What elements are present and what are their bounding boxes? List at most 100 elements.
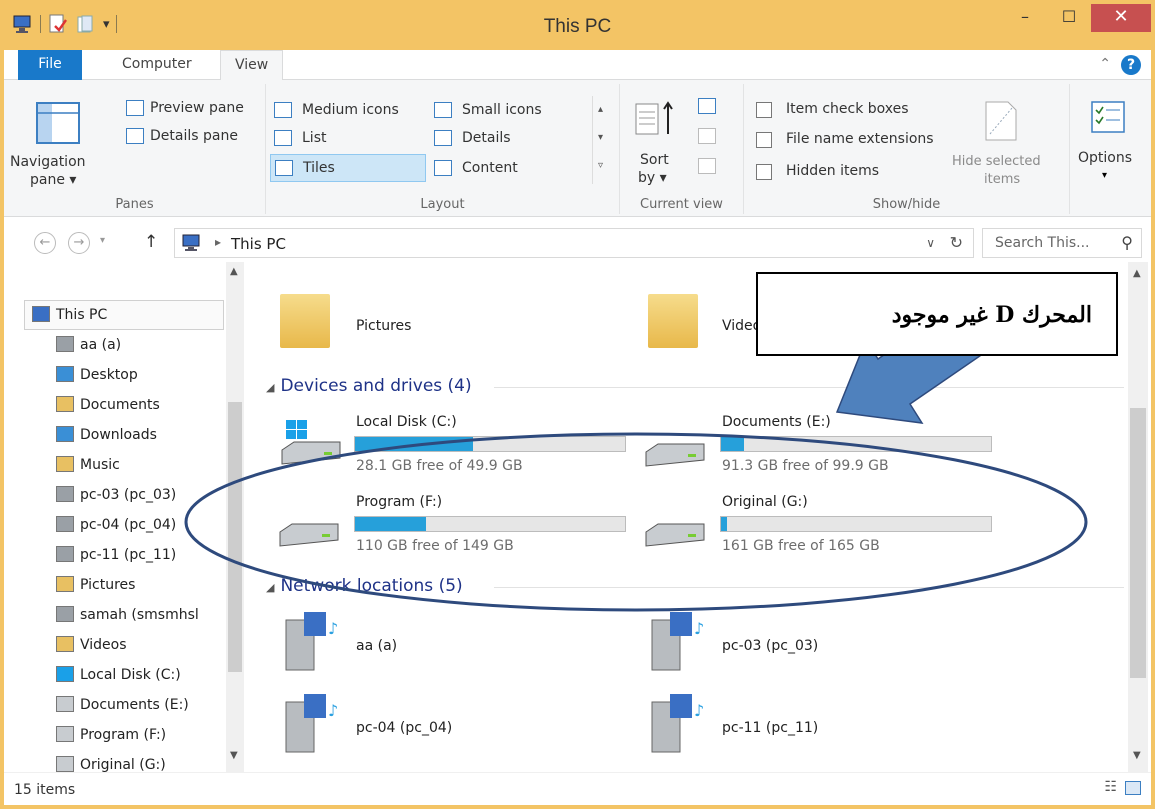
- computer-icon: [32, 306, 50, 322]
- large-icons-view-icon[interactable]: [1125, 781, 1141, 795]
- show-hide-group: Item check boxes File name extensions Hi…: [744, 84, 1070, 214]
- sidebar-item-pictures[interactable]: Pictures: [56, 576, 135, 593]
- address-box[interactable]: ▸ This PC ∨ ↻: [174, 228, 974, 258]
- section-collapse-icon[interactable]: ◢: [266, 581, 274, 594]
- forward-button[interactable]: →: [68, 232, 90, 254]
- layout-medium-icons[interactable]: Medium icons: [274, 100, 424, 122]
- sort-by-button[interactable]: Sort by ▾: [628, 94, 684, 190]
- search-icon[interactable]: ⚲: [1121, 233, 1133, 252]
- close-button[interactable]: ✕: [1091, 4, 1151, 32]
- address-history-icon[interactable]: ∨: [926, 236, 935, 250]
- recent-locations-icon[interactable]: ▾: [100, 235, 105, 246]
- sidebar-item-this-pc[interactable]: This PC: [32, 306, 107, 323]
- pictures-folder-icon: [56, 576, 74, 592]
- layout-scroll[interactable]: ▴ ▾ ▿: [592, 96, 608, 184]
- sidebar-item-pc-03-pc-03[interactable]: pc-03 (pc_03): [56, 486, 176, 503]
- layout-list[interactable]: List: [274, 128, 424, 150]
- navigation-pane: This PC aa (a) Desktop Documents Downloads Mu…: [4, 262, 246, 773]
- add-columns-icon[interactable]: [698, 128, 716, 144]
- network-label: pc-11 (pc_11): [722, 720, 819, 736]
- scroll-up-icon[interactable]: ▲: [230, 266, 238, 277]
- scroll-down-icon[interactable]: ▼: [1133, 750, 1141, 761]
- options-button[interactable]: Options ▾: [1070, 90, 1146, 190]
- file-name-extensions-checkbox[interactable]: [756, 132, 772, 148]
- ribbon-tabs: File Computer View ⌃ ?: [4, 50, 1151, 81]
- nav-scrollbar[interactable]: ▲ ▼: [226, 262, 244, 772]
- tab-computer[interactable]: Computer: [108, 50, 206, 80]
- up-button[interactable]: ↑: [144, 232, 158, 252]
- size-columns-icon[interactable]: [698, 158, 716, 174]
- nav-scrollbar-thumb[interactable]: [228, 402, 242, 672]
- navigation-pane-button[interactable]: Navigation pane ▾: [10, 90, 108, 190]
- sidebar-item-label: pc-11 (pc_11): [80, 547, 177, 563]
- sort-by-label: Sort: [640, 152, 669, 168]
- explorer-window: ▾ This PC – ☐ ✕ File Computer View ⌃ ? N…: [0, 0, 1155, 809]
- sidebar-item-samah-smsmhsl[interactable]: samah (smsmhsl: [56, 606, 199, 623]
- sidebar-item-label: Videos: [80, 637, 127, 653]
- minimize-button[interactable]: –: [1003, 4, 1047, 32]
- maximize-button[interactable]: ☐: [1047, 4, 1091, 32]
- content-scrollbar-thumb[interactable]: [1130, 408, 1146, 678]
- sidebar-item-videos[interactable]: Videos: [56, 636, 127, 653]
- item-check-boxes-checkbox[interactable]: [756, 102, 772, 118]
- network-drive-icon: ♪: [285, 612, 338, 671]
- sidebar-item-downloads[interactable]: Downloads: [56, 426, 157, 443]
- tab-view[interactable]: View: [220, 50, 284, 81]
- help-icon[interactable]: ?: [1121, 55, 1141, 75]
- sidebar-item-documents-e[interactable]: Documents (E:): [56, 696, 189, 713]
- content-scrollbar[interactable]: ▲ ▼: [1128, 262, 1148, 772]
- sidebar-item-local-disk-c[interactable]: Local Disk (C:): [56, 666, 181, 683]
- search-input[interactable]: Search This... ⚲: [982, 228, 1142, 258]
- hidden-items-checkbox[interactable]: [756, 164, 772, 180]
- drive-usage-fill: [721, 517, 728, 531]
- breadcrumb[interactable]: This PC: [231, 235, 286, 253]
- sidebar-item-desktop[interactable]: Desktop: [56, 366, 138, 383]
- section-divider: [494, 387, 1124, 388]
- network-drive-icon: ♪: [651, 694, 704, 753]
- videos-folder-icon: [648, 294, 698, 348]
- scroll-up-icon[interactable]: ▲: [1133, 268, 1141, 279]
- sidebar-item-pc-04-pc-04[interactable]: pc-04 (pc_04): [56, 516, 176, 533]
- preview-pane-button[interactable]: Preview pane: [122, 98, 262, 120]
- tab-file[interactable]: File: [18, 50, 82, 80]
- sidebar-item-music[interactable]: Music: [56, 456, 120, 473]
- sidebar-item-label: Local Disk (C:): [80, 667, 181, 683]
- preview-pane-label: Preview pane: [150, 100, 244, 116]
- details-view-icon[interactable]: ☷: [1104, 779, 1117, 795]
- sidebar-item-label: Documents (E:): [80, 697, 189, 713]
- layout-tiles[interactable]: Tiles: [270, 154, 426, 182]
- file-name-extensions-toggle[interactable]: File name extensions: [756, 130, 946, 152]
- sidebar-item-aa-a[interactable]: aa (a): [56, 336, 121, 353]
- windows-drive-icon: [56, 666, 74, 682]
- layout-content[interactable]: Content: [434, 158, 584, 180]
- scroll-down-icon[interactable]: ▼: [230, 750, 238, 761]
- details-pane-button[interactable]: Details pane: [122, 126, 262, 148]
- hidden-items-toggle[interactable]: Hidden items: [756, 162, 946, 184]
- network-section-header[interactable]: ◢ Network locations (5): [266, 576, 463, 596]
- devices-section-header[interactable]: ◢ Devices and drives (4): [266, 376, 472, 396]
- back-button[interactable]: ←: [34, 232, 56, 254]
- sidebar-item-original-g[interactable]: Original (G:): [56, 756, 166, 773]
- sidebar-item-program-f[interactable]: Program (F:): [56, 726, 166, 743]
- sidebar-item-documents[interactable]: Documents: [56, 396, 160, 413]
- group-by-icon[interactable]: [698, 98, 716, 114]
- svg-text:♪: ♪: [694, 619, 704, 638]
- collapse-ribbon-icon[interactable]: ⌃: [1099, 56, 1111, 72]
- sidebar-item-pc-11-pc-11[interactable]: pc-11 (pc_11): [56, 546, 176, 563]
- layout-small-icons[interactable]: Small icons: [434, 100, 584, 122]
- breadcrumb-separator[interactable]: ▸: [215, 235, 221, 249]
- address-bar-row: ← → ▾ ↑ ▸ This PC ∨ ↻ Search This... ⚲: [4, 218, 1151, 262]
- layout-details[interactable]: Details: [434, 128, 584, 150]
- item-check-boxes-toggle[interactable]: Item check boxes: [756, 100, 946, 122]
- sidebar-item-label: pc-04 (pc_04): [80, 517, 177, 533]
- list-icon: [274, 130, 292, 146]
- hide-selected-items-button[interactable]: Hide selected items: [944, 96, 1060, 192]
- refresh-icon[interactable]: ↻: [950, 233, 963, 252]
- search-placeholder: Search This...: [995, 235, 1090, 251]
- sort-by-icon: [635, 101, 673, 135]
- sidebar-item-label: Program (F:): [80, 727, 167, 743]
- current-view-group: Sort by ▾ Current view: [620, 84, 744, 214]
- music-folder-icon: [56, 456, 74, 472]
- layout-group: Medium icons Small icons List Details Ti…: [266, 84, 620, 214]
- section-collapse-icon[interactable]: ◢: [266, 381, 274, 394]
